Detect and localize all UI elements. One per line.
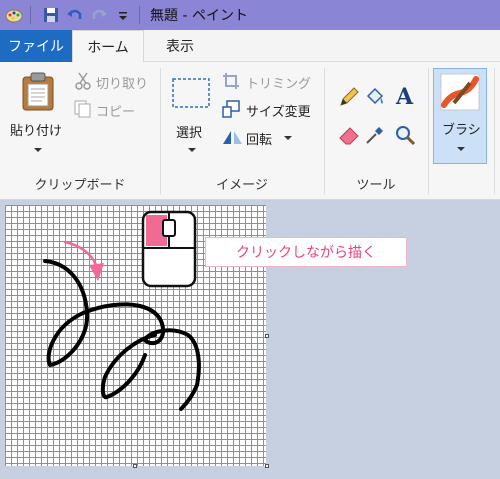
- pencil-icon[interactable]: [338, 86, 360, 112]
- crop-icon[interactable]: [222, 72, 240, 94]
- annotation-callout: クリックしながら描く: [205, 237, 407, 267]
- paint-app-icon[interactable]: [4, 5, 24, 25]
- canvas-resize-handle-corner[interactable]: [265, 464, 269, 468]
- rotate-icon[interactable]: [222, 128, 244, 150]
- eraser-icon[interactable]: [338, 124, 360, 150]
- cut-button[interactable]: 切り取り: [96, 73, 148, 92]
- divider: [30, 6, 31, 24]
- window-title: 無題 - ペイント: [150, 8, 248, 24]
- ribbon-tab-row: ファイル ホーム 表示: [0, 30, 500, 63]
- undo-icon[interactable]: [65, 5, 85, 25]
- divider: [494, 68, 495, 194]
- tools-group-label: ツール: [356, 178, 396, 193]
- paste-icon[interactable]: [20, 72, 56, 116]
- brushes-button[interactable]: ブラシ: [433, 68, 487, 164]
- select-dropdown-caret[interactable]: [188, 148, 196, 152]
- paste-dropdown-caret[interactable]: [34, 148, 42, 152]
- mouse-left-click-icon: [141, 210, 197, 292]
- tab-home[interactable]: ホーム: [72, 30, 144, 63]
- image-group-label: イメージ: [216, 178, 268, 193]
- select-icon[interactable]: [172, 78, 210, 112]
- paste-button[interactable]: 貼り付け: [10, 120, 62, 139]
- resize-button[interactable]: サイズ変更: [246, 101, 311, 120]
- tab-view[interactable]: 表示: [150, 30, 210, 62]
- brushes-label: ブラシ: [442, 123, 481, 138]
- canvas-resize-handle-bottom[interactable]: [133, 464, 137, 468]
- quick-access-toolbar: [0, 0, 146, 30]
- title-bar: 無題 - ペイント: [0, 0, 500, 30]
- crop-button[interactable]: トリミング: [246, 73, 311, 92]
- divider: [139, 6, 140, 24]
- rotate-dropdown-caret[interactable]: [284, 136, 292, 140]
- color-picker-icon[interactable]: [364, 124, 386, 150]
- ribbon: 貼り付け 切り取り コピー クリップボード 選択 トリミング サイズ変更 回転: [0, 62, 500, 200]
- clipboard-group-label: クリップボード: [34, 178, 126, 193]
- resize-icon[interactable]: [222, 100, 240, 122]
- redo-icon[interactable]: [89, 5, 109, 25]
- tab-file[interactable]: ファイル: [0, 30, 72, 62]
- fill-bucket-icon[interactable]: [364, 86, 386, 112]
- brush-icon: [440, 73, 480, 115]
- rotate-button[interactable]: 回転: [246, 129, 272, 148]
- svg-text:A: A: [395, 84, 414, 108]
- select-button[interactable]: 選択: [176, 122, 202, 141]
- magnifier-icon[interactable]: [394, 124, 416, 150]
- customize-quick-access-icon[interactable]: [113, 5, 133, 25]
- cut-icon[interactable]: [74, 72, 92, 94]
- brushes-dropdown-caret[interactable]: [457, 147, 465, 151]
- text-tool-icon[interactable]: A: [394, 84, 416, 112]
- divider: [428, 68, 429, 194]
- save-icon[interactable]: [41, 5, 61, 25]
- copy-icon[interactable]: [74, 100, 92, 122]
- canvas-resize-handle-right[interactable]: [265, 334, 269, 338]
- copy-button[interactable]: コピー: [96, 101, 135, 120]
